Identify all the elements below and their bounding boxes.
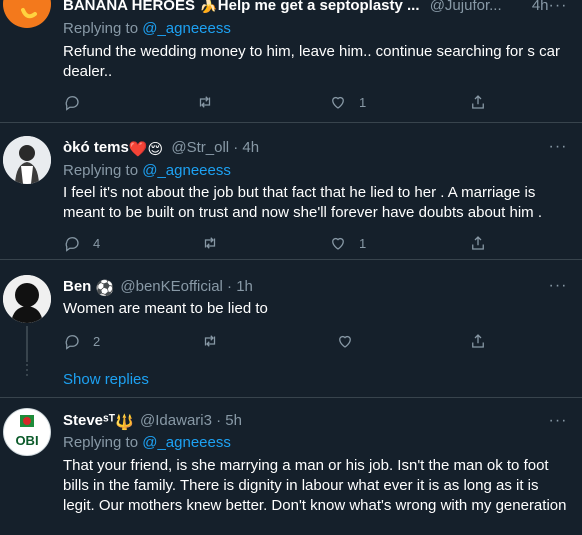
thread-dot [26,374,28,376]
retweet-icon [204,237,216,249]
replying-to: Replying to @_agneeess [63,19,231,39]
tweet-header: Ben ⚽ @benKEofficial · 1h [63,277,253,299]
display-name[interactable]: BANANA HEROES 🍌Help me get a septoplasty… [63,0,420,14]
retweet-icon [199,96,211,108]
retweet-button[interactable] [201,331,231,351]
like-button[interactable]: 1 [329,92,366,112]
mention-link[interactable]: @_agneeess [142,20,231,37]
thread-dot [26,369,28,371]
avatar[interactable] [3,0,51,28]
display-name[interactable]: òkó tems [63,139,129,156]
show-replies-link[interactable]: Show replies [63,371,149,388]
avatar[interactable] [3,275,51,323]
avatar[interactable]: OBI [3,408,51,456]
reply-icon [65,335,79,350]
mention-link[interactable]: @_agneeess [142,434,231,451]
tweet-text: That your friend, is she marrying a man … [63,457,567,514]
thread-dots [26,364,28,379]
tweet-time[interactable]: 4h [532,0,549,14]
replying-label: Replying to [63,20,139,37]
handle[interactable]: @Str_oll · 4h [171,139,259,156]
replying-label: Replying to [63,162,139,179]
thread-dot [26,364,28,366]
like-count: 1 [359,94,367,110]
reply-icon [65,237,79,252]
handle[interactable]: @benKEofficial · 1h [120,278,253,295]
retweet-button[interactable] [196,92,226,112]
name-emoji: ❤️😌 [128,141,164,158]
banana-avatar-icon [21,8,37,19]
reply-button[interactable] [63,92,93,112]
more-icon[interactable]: ··· [548,0,568,22]
replying-label: Replying to [63,434,139,451]
reply-button[interactable]: 2 [63,331,100,351]
retweet-button[interactable] [201,233,231,253]
name-emoji: ⚽ [95,280,115,297]
display-name[interactable]: Ben [63,278,91,295]
name-emoji: 🔱 [115,414,134,431]
avatar[interactable] [3,136,51,184]
share-icon [472,95,484,109]
mention-link[interactable]: @_agneeess [142,162,231,179]
share-icon [472,236,484,250]
person-avatar-icon [3,136,51,184]
reply-count: 2 [93,333,101,349]
reply-count: 4 [93,235,101,251]
display-name[interactable]: Steveˢᵀ [63,412,115,429]
replying-to: Replying to @_agneeess [63,433,231,453]
like-icon [339,335,351,348]
handle[interactable]: @Jujufor... [430,0,502,14]
thread-line [26,326,28,362]
tweet-actions: 1 [63,92,503,112]
share-icon [472,334,484,348]
tweet-3[interactable]: Ben ⚽ @benKEofficial · 1h ··· Women are … [0,260,582,397]
tweet-actions: 4 1 [63,233,503,253]
tweet-4[interactable]: OBI Steveˢᵀ🔱 @Idawari3 · 5h ··· Replying… [0,398,582,535]
tweet-1[interactable]: BANANA HEROES 🍌Help me get a septoplasty… [0,0,582,122]
like-button[interactable]: 1 [329,233,366,253]
like-icon [332,237,344,250]
tweet-header: Steveˢᵀ🔱 @Idawari3 · 5h [63,411,242,433]
reply-icon [65,96,79,111]
avatar-logo-text: OBI [15,433,38,448]
like-count: 1 [359,235,367,251]
obi-logo-avatar-icon: OBI [15,415,39,448]
like-icon [332,96,344,109]
tweet-2[interactable]: òkó tems❤️😌 @Str_oll · 4h ··· Replying t… [0,123,582,259]
handle[interactable]: @Idawari3 · 5h [140,412,242,429]
share-button[interactable] [469,233,487,253]
tweet-header: òkó tems❤️😌 @Str_oll · 4h [63,138,259,160]
tweet-text: I feel it's not about the job but that f… [63,184,542,221]
retweet-icon [204,335,216,347]
tweet-actions: 2 [63,331,503,351]
reply-button[interactable]: 4 [63,233,100,253]
replying-to: Replying to @_agneeess [63,161,231,181]
tweet-text: Women are meant to be lied to [63,300,268,317]
share-button[interactable] [469,331,487,351]
like-button[interactable] [336,331,366,351]
tweet-text: Refund the wedding money to him, leave h… [63,43,560,80]
more-icon[interactable]: ··· [548,139,568,163]
more-icon[interactable]: ··· [548,413,568,437]
tweet-header: BANANA HEROES 🍌Help me get a septoplasty… [63,0,549,16]
share-button[interactable] [469,92,487,112]
person-avatar-icon [3,275,51,323]
